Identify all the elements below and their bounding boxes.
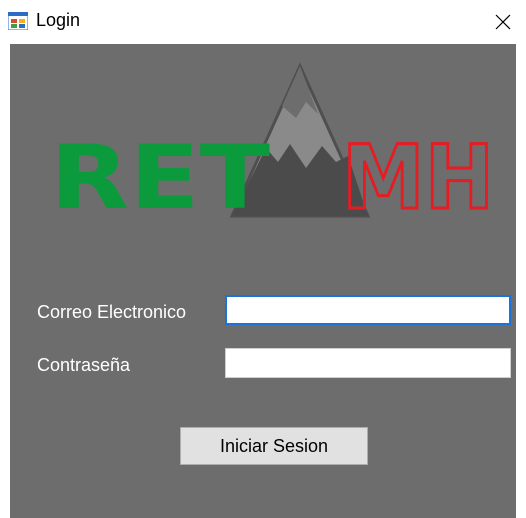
- window-title: Login: [36, 10, 81, 30]
- retmh-logo: RET MH: [50, 62, 496, 231]
- email-label: Correo Electronico: [37, 302, 187, 322]
- close-button[interactable]: [480, 0, 526, 44]
- login-button-label: Iniciar Sesion: [219, 435, 329, 456]
- windows-form-icon: [8, 12, 28, 30]
- password-field[interactable]: [225, 348, 511, 378]
- logo-right-text: MH: [342, 126, 494, 229]
- email-field[interactable]: [225, 295, 511, 325]
- login-button[interactable]: Iniciar Sesion: [180, 427, 368, 465]
- login-window: Login RET MH Correo Electronico Contrase…: [0, 0, 526, 518]
- close-icon: [495, 14, 511, 30]
- password-label: Contraseña: [37, 355, 131, 375]
- logo-left-text: RET: [50, 126, 270, 229]
- title-bar[interactable]: Login: [0, 0, 526, 44]
- form-client-area: RET MH Correo Electronico Contraseña Ini…: [10, 44, 516, 518]
